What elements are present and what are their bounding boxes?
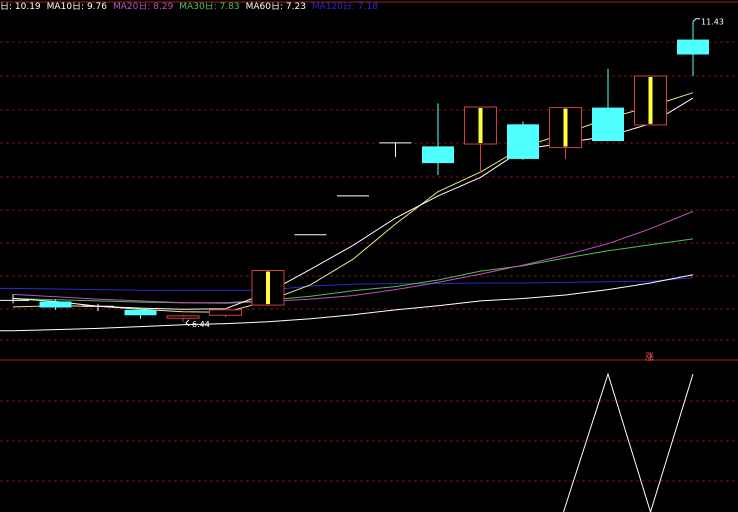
stock-chart[interactable]: 11.43 6.44 — [0, 0, 738, 512]
candle-body — [592, 107, 624, 142]
min-price-label: 6.44 — [192, 320, 210, 329]
candle-body — [209, 309, 242, 316]
candle-body — [677, 39, 709, 55]
max-price-label: 11.43 — [701, 18, 724, 27]
candle-highlight — [648, 76, 653, 124]
candle-body — [422, 146, 454, 164]
ma60-line — [0, 274, 694, 332]
indicator-line — [563, 372, 694, 512]
candle-body — [39, 301, 72, 308]
ma120-line — [0, 277, 694, 291]
candle-highlight — [478, 108, 483, 144]
candle-body — [507, 124, 539, 159]
candle-highlight — [563, 108, 568, 147]
ma5-line — [12, 97, 694, 310]
candle-highlight — [266, 271, 270, 305]
ma10-line — [12, 92, 694, 313]
signal-label: 涨 — [645, 353, 655, 363]
candle-body — [166, 315, 200, 319]
max-marker — [692, 18, 700, 23]
candle-body — [124, 309, 157, 316]
